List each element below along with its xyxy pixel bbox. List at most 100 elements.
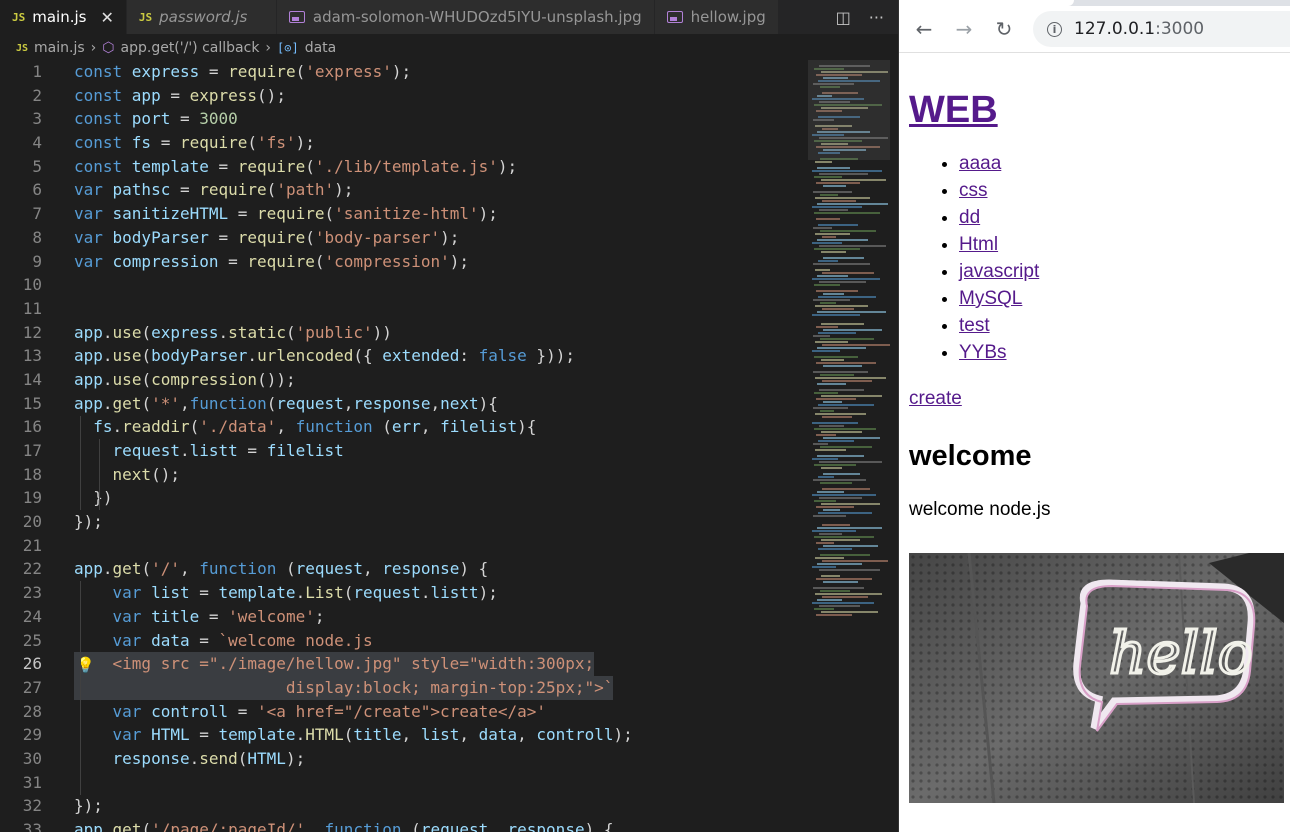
line-number: 23 bbox=[22, 583, 42, 603]
code-line[interactable]: 17 request.listt = filelist bbox=[0, 439, 805, 463]
code-line[interactable]: 24 var title = 'welcome'; bbox=[0, 605, 805, 629]
line-number: 24 bbox=[22, 606, 42, 626]
topic-link[interactable]: test bbox=[959, 315, 990, 336]
code-line[interactable]: 33 app.get('/page/:pageId/', function (re… bbox=[0, 818, 805, 832]
line-number: 16 bbox=[22, 417, 42, 437]
code-line[interactable]: 14 app.use(compression()); bbox=[0, 368, 805, 392]
breadcrumb-file[interactable]: main.js bbox=[34, 40, 85, 56]
url-host: 127.0.0.1 bbox=[1074, 19, 1156, 39]
js-file-icon: JS bbox=[12, 10, 26, 24]
tab-actions: ◫ ··· bbox=[822, 0, 898, 34]
back-arrow-icon[interactable]: ← bbox=[913, 17, 935, 41]
image-file-icon bbox=[666, 11, 683, 23]
code-text: request.listt = filelist bbox=[112, 441, 344, 460]
line-number: 2 bbox=[32, 85, 42, 105]
web-page: WEB aaaa css dd Html javascript MySQL te… bbox=[899, 89, 1290, 803]
tab-unsplash-image[interactable]: adam-solomon-WHUDOzd5IYU-unsplash.jpg bbox=[276, 0, 655, 34]
code-line[interactable]: 13 app.use(bodyParser.urlencoded({ extend… bbox=[0, 344, 805, 368]
info-icon[interactable]: i bbox=[1047, 21, 1062, 37]
tab-label: adam-solomon-WHUDOzd5IYU-unsplash.jpg bbox=[312, 8, 642, 26]
line-number: 20 bbox=[22, 512, 42, 532]
line-number: 6 bbox=[32, 180, 42, 200]
code-line[interactable]: 19 }) bbox=[0, 486, 805, 510]
code-line[interactable]: 12 app.use(express.static('public')) bbox=[0, 321, 805, 345]
line-number: 31 bbox=[22, 772, 42, 792]
browser-tab-strip bbox=[899, 0, 1290, 6]
topic-link[interactable]: MySQL bbox=[959, 288, 1022, 309]
list-item: aaaa bbox=[959, 150, 1280, 177]
line-number: 9 bbox=[32, 251, 42, 271]
code-line[interactable]: 28 var controll = '<a href="/create">cre… bbox=[0, 700, 805, 724]
code-line[interactable]: 11 bbox=[0, 297, 805, 321]
code-line[interactable]: 26 <img src ="./image/hellow.jpg" style=… bbox=[0, 652, 805, 676]
code-area[interactable]: 1 const express = require('express'); 2 con… bbox=[0, 60, 805, 832]
site-heading-link[interactable]: WEB bbox=[909, 89, 998, 131]
code-text: <img src ="./image/hellow.jpg" style="wi… bbox=[74, 652, 595, 676]
code-text: const app = express(); bbox=[74, 85, 286, 105]
reload-icon[interactable]: ↻ bbox=[993, 17, 1015, 41]
lightbulb-icon[interactable]: 💡 bbox=[76, 654, 95, 678]
line-number: 19 bbox=[22, 488, 42, 508]
code-line[interactable]: 8 var bodyParser = require('body-parser')… bbox=[0, 226, 805, 250]
code-line[interactable]: 10 bbox=[0, 273, 805, 297]
topic-link[interactable]: Html bbox=[959, 234, 998, 255]
code-line[interactable]: 18 next(); bbox=[0, 463, 805, 487]
list-item: test bbox=[959, 312, 1280, 339]
topic-link[interactable]: javascript bbox=[959, 261, 1039, 282]
code-text: app.get('/', function (request, response… bbox=[74, 559, 489, 579]
code-text: var controll = '<a href="/create">create… bbox=[112, 701, 547, 721]
topic-link[interactable]: YYBs bbox=[959, 342, 1007, 363]
code-line[interactable]: 27 display:block; margin-top:25px;">` bbox=[0, 675, 805, 700]
code-line[interactable]: 15 app.get('*',function(request,response,… bbox=[0, 392, 805, 416]
code-line[interactable]: 1 const express = require('express'); bbox=[0, 60, 805, 84]
split-editor-icon[interactable]: ◫ bbox=[836, 8, 851, 27]
code-line[interactable]: 22 app.get('/', function (request, respon… bbox=[0, 557, 805, 581]
forward-arrow-icon[interactable]: → bbox=[953, 17, 975, 41]
line-number: 22 bbox=[22, 559, 42, 579]
breadcrumb-symbol[interactable]: data bbox=[305, 40, 337, 56]
code-line[interactable]: 29 var HTML = template.HTML(title, list,… bbox=[0, 723, 805, 747]
code-line[interactable]: 30 response.send(HTML); bbox=[0, 747, 805, 771]
line-number: 18 bbox=[22, 464, 42, 484]
line-number: 33 bbox=[22, 820, 42, 832]
code-line[interactable]: 21 bbox=[0, 534, 805, 558]
code-line[interactable]: 25 var data = `welcome node.js bbox=[0, 629, 805, 653]
tab-label: password.js bbox=[159, 8, 248, 26]
address-bar[interactable]: i 127.0.0.1:3000 bbox=[1033, 11, 1290, 47]
topic-link[interactable]: aaaa bbox=[959, 153, 1001, 174]
code-line[interactable]: 6 var pathsc = require('path'); bbox=[0, 178, 805, 202]
code-line[interactable]: 3 const port = 3000 bbox=[0, 107, 805, 131]
create-link[interactable]: create bbox=[909, 388, 1280, 410]
code-line[interactable]: 5 const template = require('./lib/templat… bbox=[0, 155, 805, 179]
code-line[interactable]: 23 var list = template.List(request.list… bbox=[0, 581, 805, 605]
line-number: 14 bbox=[22, 369, 42, 389]
code-line[interactable]: 16 fs.readdir('./data', function (err, f… bbox=[0, 415, 805, 439]
chevron-right-icon: › bbox=[90, 40, 97, 56]
code-text: var data = `welcome node.js bbox=[112, 630, 373, 650]
more-actions-icon[interactable]: ··· bbox=[869, 8, 884, 27]
tab-password-js[interactable]: JS password.js bbox=[126, 0, 277, 34]
code-line[interactable]: 7 var sanitizeHTML = require('sanitize-ht… bbox=[0, 202, 805, 226]
close-icon[interactable]: ✕ bbox=[100, 8, 113, 27]
topic-link[interactable]: css bbox=[959, 180, 988, 201]
tab-main-js[interactable]: JS main.js ✕ bbox=[0, 0, 127, 34]
breadcrumb-callback[interactable]: app.get('/') callback bbox=[121, 40, 260, 56]
cube-symbol-icon: ⬡ bbox=[102, 40, 115, 56]
code-line[interactable]: 2 const app = express(); bbox=[0, 84, 805, 108]
tab-label: hellow.jpg bbox=[690, 8, 766, 26]
code-line[interactable]: 9 var compression = require('compression'… bbox=[0, 250, 805, 274]
code-line[interactable]: 32}); bbox=[0, 794, 805, 818]
breadcrumb: JS main.js › ⬡ app.get('/') callback › [… bbox=[0, 36, 898, 60]
code-text: var pathsc = require('path'); bbox=[74, 180, 354, 200]
browser-window: ← → ↻ i 127.0.0.1:3000 WEB aaaa css dd H… bbox=[898, 0, 1290, 832]
code-text: var compression = require('compression')… bbox=[74, 251, 469, 271]
code-line[interactable]: 31 bbox=[0, 771, 805, 795]
code-line[interactable]: 4 const fs = require('fs'); bbox=[0, 131, 805, 155]
topic-link[interactable]: dd bbox=[959, 207, 980, 228]
code-line[interactable]: 20}); bbox=[0, 510, 805, 534]
list-item: javascript bbox=[959, 258, 1280, 285]
tab-hellow-image[interactable]: hellow.jpg bbox=[654, 0, 779, 34]
minimap[interactable] bbox=[808, 60, 890, 832]
code-text: next(); bbox=[112, 464, 180, 484]
tab-label: main.js bbox=[32, 8, 87, 26]
